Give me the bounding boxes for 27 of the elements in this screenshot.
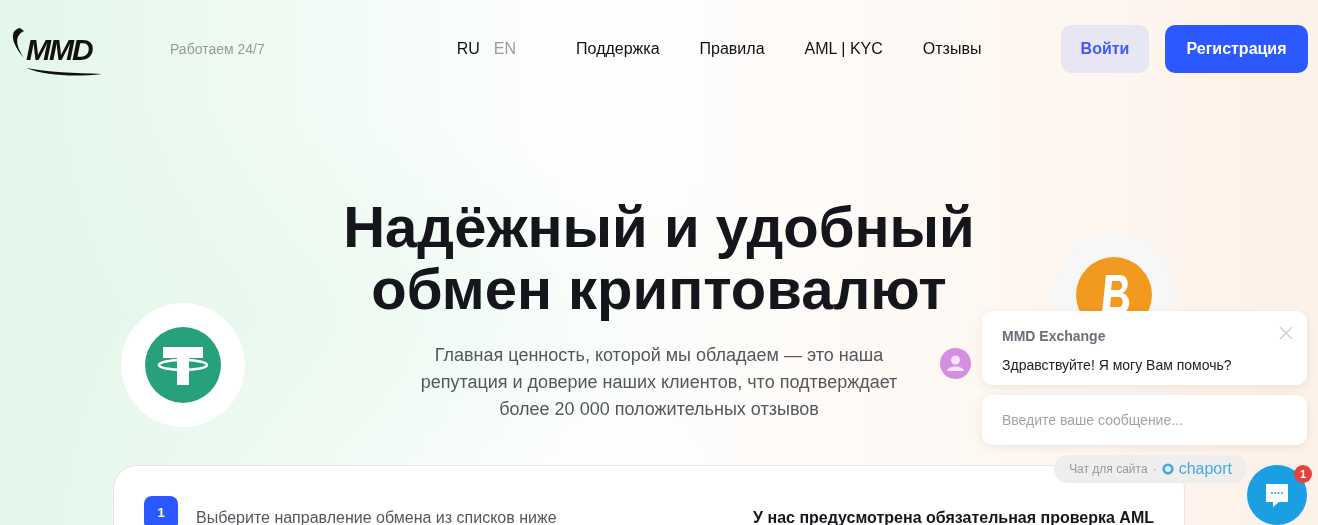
hero-title: Надёжный и удобный [343,196,975,258]
hero-subtitle: Главная ценность, которой мы обладаем — это наша [434,344,884,367]
language-option[interactable]: RU [456,37,480,61]
logo-text: MMD [26,35,92,65]
hero-subtitle: репутация и доверие наших клиентов, что подтверждает [420,371,898,394]
brand-text: chaport [1178,459,1232,479]
ring-icon [1161,463,1174,475]
nav-link[interactable]: Поддержка [576,37,660,61]
register-button[interactable]: Регистрация [1165,25,1308,73]
tether-icon [145,327,221,403]
hero-title: обмен криптовалют [371,258,947,320]
login-button[interactable]: Войти [1061,25,1149,73]
swoosh-icon [10,28,24,58]
chat-bubble-icon [1263,481,1291,509]
sender-name: MMD Exchange [1002,327,1106,346]
nav-link[interactable]: Отзывы [922,37,982,61]
logo[interactable]: MMD [10,22,128,76]
powered-by-text: Чат для сайта [1069,461,1148,478]
tagline: Работаем 24/7 [170,39,265,59]
hero-subtitle: более 20 000 положительных отзывов [499,398,819,421]
message-input[interactable]: Введите ваше сообщение... [982,395,1307,445]
nav-link[interactable]: AML | KYC [804,37,883,61]
nav-link[interactable]: Правила [699,37,765,61]
avatar-icon [940,348,971,379]
separator: · [1152,461,1157,478]
step-number: 1 [144,496,178,525]
message-text: Здравствуйте! Я могу Вам помочь? [1002,356,1233,375]
